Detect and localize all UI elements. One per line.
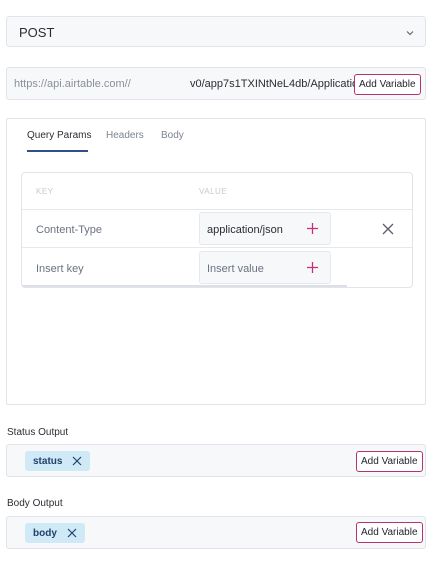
status-chip: status — [25, 451, 91, 471]
param-key-input[interactable]: Insert key — [36, 263, 84, 275]
query-params-table: KEY VALUE Content-Type application/json … — [21, 172, 413, 288]
request-params-panel: Query Params Headers Body KEY VALUE Cont… — [6, 118, 426, 405]
param-key-input[interactable]: Content-Type — [36, 224, 102, 236]
param-value-input[interactable]: Insert value — [199, 251, 331, 284]
body-output-label: Body Output — [7, 498, 63, 509]
delete-row-close-icon[interactable] — [382, 223, 394, 235]
param-value-text: application/json — [207, 224, 283, 236]
remove-chip-close-icon[interactable] — [72, 456, 82, 466]
status-output-label: Status Output — [7, 427, 69, 438]
remove-chip-close-icon[interactable] — [67, 528, 77, 538]
status-chip-text: status — [33, 455, 63, 467]
method-value: POST — [19, 25, 55, 40]
body-chip-text: body — [33, 527, 57, 539]
body-add-variable-button[interactable]: Add Variable — [356, 522, 423, 543]
body-chip: body — [25, 523, 85, 543]
method-select[interactable]: POST — [6, 16, 426, 47]
param-value-placeholder: Insert value — [207, 263, 264, 275]
chevron-down-icon — [406, 31, 414, 36]
row-divider — [22, 285, 347, 287]
param-value-input[interactable]: application/json — [199, 212, 331, 245]
table-row: Content-Type application/json — [22, 210, 412, 248]
tab-headers[interactable]: Headers — [106, 130, 144, 141]
column-header-value: VALUE — [199, 187, 228, 196]
url-path[interactable]: v0/app7s1TXINtNeL4db/Applications — [190, 78, 360, 90]
tab-body[interactable]: Body — [161, 130, 184, 141]
table-row: Insert key Insert value — [22, 249, 412, 287]
status-add-variable-button[interactable]: Add Variable — [356, 451, 423, 472]
url-base: https://api.airtable.com// — [14, 78, 131, 90]
tab-query-params[interactable]: Query Params — [27, 130, 91, 141]
table-header: KEY VALUE — [22, 173, 412, 210]
column-header-key: KEY — [36, 187, 54, 196]
url-add-variable-button[interactable]: Add Variable — [354, 74, 421, 95]
active-tab-indicator — [27, 150, 88, 152]
add-variable-plus-icon[interactable] — [306, 261, 319, 274]
add-variable-plus-icon[interactable] — [306, 222, 319, 235]
